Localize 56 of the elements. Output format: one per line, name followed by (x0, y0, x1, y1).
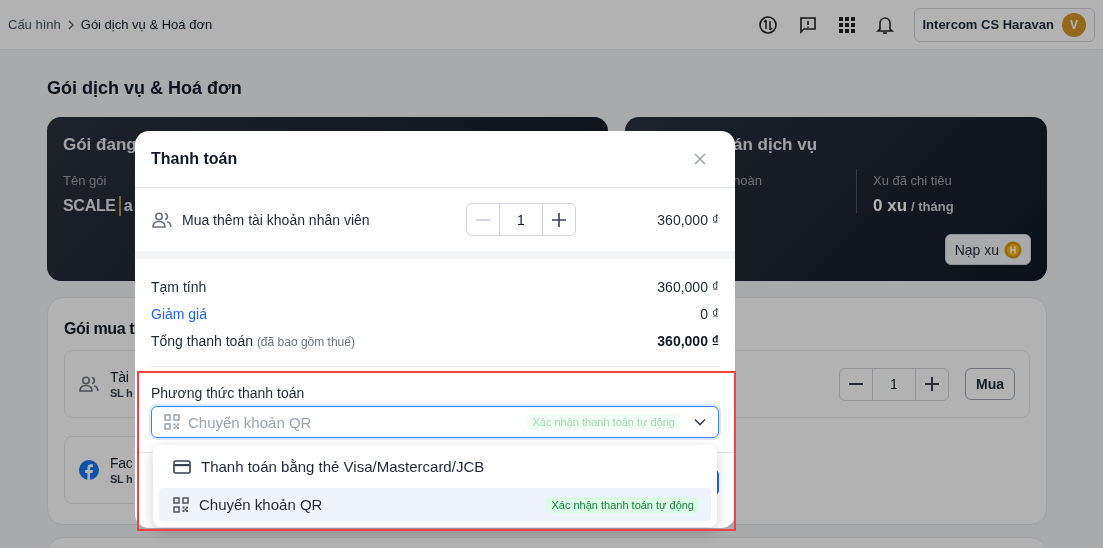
field-label: Phương thức thanh toán (151, 385, 306, 401)
notification-bell-icon[interactable] (875, 14, 894, 35)
summary-label: Tổng thanh toán (151, 332, 253, 349)
payment-option[interactable]: Thanh toán bằng thẻ Visa/Mastercard/JCB (159, 450, 711, 483)
people-icon (79, 376, 99, 392)
summary-label: Tạm tính (151, 278, 207, 295)
minus-icon (849, 383, 863, 385)
coin-icon (1004, 240, 1022, 259)
summary-value: 0 ₫ (700, 305, 719, 322)
account-button[interactable]: Intercom CS Haravan V (913, 7, 1095, 42)
quantity-stepper[interactable]: 1 (839, 367, 949, 401)
stat-label: Xu đã chi tiêu (873, 173, 953, 188)
tax-note: (đã bao gồm thuế) (256, 334, 355, 349)
page-title: Gói dịch vụ & Hoá đơn (47, 78, 243, 99)
product-detail: SL h (110, 387, 133, 399)
qr-code-icon (173, 496, 189, 513)
summary-value: 360,000 ₫ (657, 332, 719, 349)
discount-link[interactable]: Giảm giá (151, 305, 208, 322)
top-up-button[interactable]: Nạp xu (944, 234, 1031, 265)
card-title: Gói mua t (64, 320, 136, 338)
plan-name: SCALE (63, 197, 116, 215)
people-icon (152, 211, 172, 228)
minus-icon (476, 218, 490, 221)
chevron-right-icon (66, 19, 75, 30)
summary-value: 360,000 ₫ (657, 278, 719, 295)
item-label: Mua thêm tài khoản nhân viên (182, 211, 371, 228)
plus-icon (925, 377, 939, 391)
stat-value: 0 xu (873, 196, 908, 216)
product-detail: SL h (110, 473, 133, 485)
exchange-icon[interactable] (757, 14, 778, 35)
auto-confirm-tag: Xác nhận thanh toán tự động (527, 414, 680, 430)
apps-grid-icon[interactable] (837, 15, 856, 34)
breadcrumb-link[interactable]: Cấu hình (8, 17, 61, 32)
payment-option[interactable]: Chuyển khoản QR Xác nhận thanh toán tự động (159, 488, 711, 521)
facebook-icon (79, 460, 99, 480)
chevron-down-icon (694, 418, 706, 426)
buy-button[interactable]: Mua (965, 368, 1015, 400)
item-price: 360,000 ₫ (656, 211, 719, 228)
field-label: Tên gói (63, 173, 108, 188)
stat-unit: / tháng (911, 199, 954, 214)
feedback-icon[interactable] (797, 14, 818, 35)
credit-card-icon (173, 459, 191, 474)
quantity-value: 1 (499, 204, 543, 235)
select-placeholder: Chuyển khoản QR (188, 413, 313, 431)
quantity-stepper[interactable]: 1 (466, 203, 576, 236)
product-name: Tài (110, 369, 129, 385)
plus-icon (552, 212, 566, 227)
plan-suffix: a (123, 197, 133, 215)
user-avatar: V (1062, 12, 1086, 37)
auto-confirm-tag: Xác nhận thanh toán tự động (546, 496, 699, 513)
product-name: Fac (110, 455, 133, 471)
plan-divider (118, 196, 121, 216)
dialog-title: Thanh toán (151, 150, 238, 168)
quantity-value: 1 (872, 368, 916, 400)
breadcrumb-link[interactable]: Gói dịch vụ & Hoá đơn (80, 17, 213, 32)
qr-code-icon (164, 414, 180, 430)
